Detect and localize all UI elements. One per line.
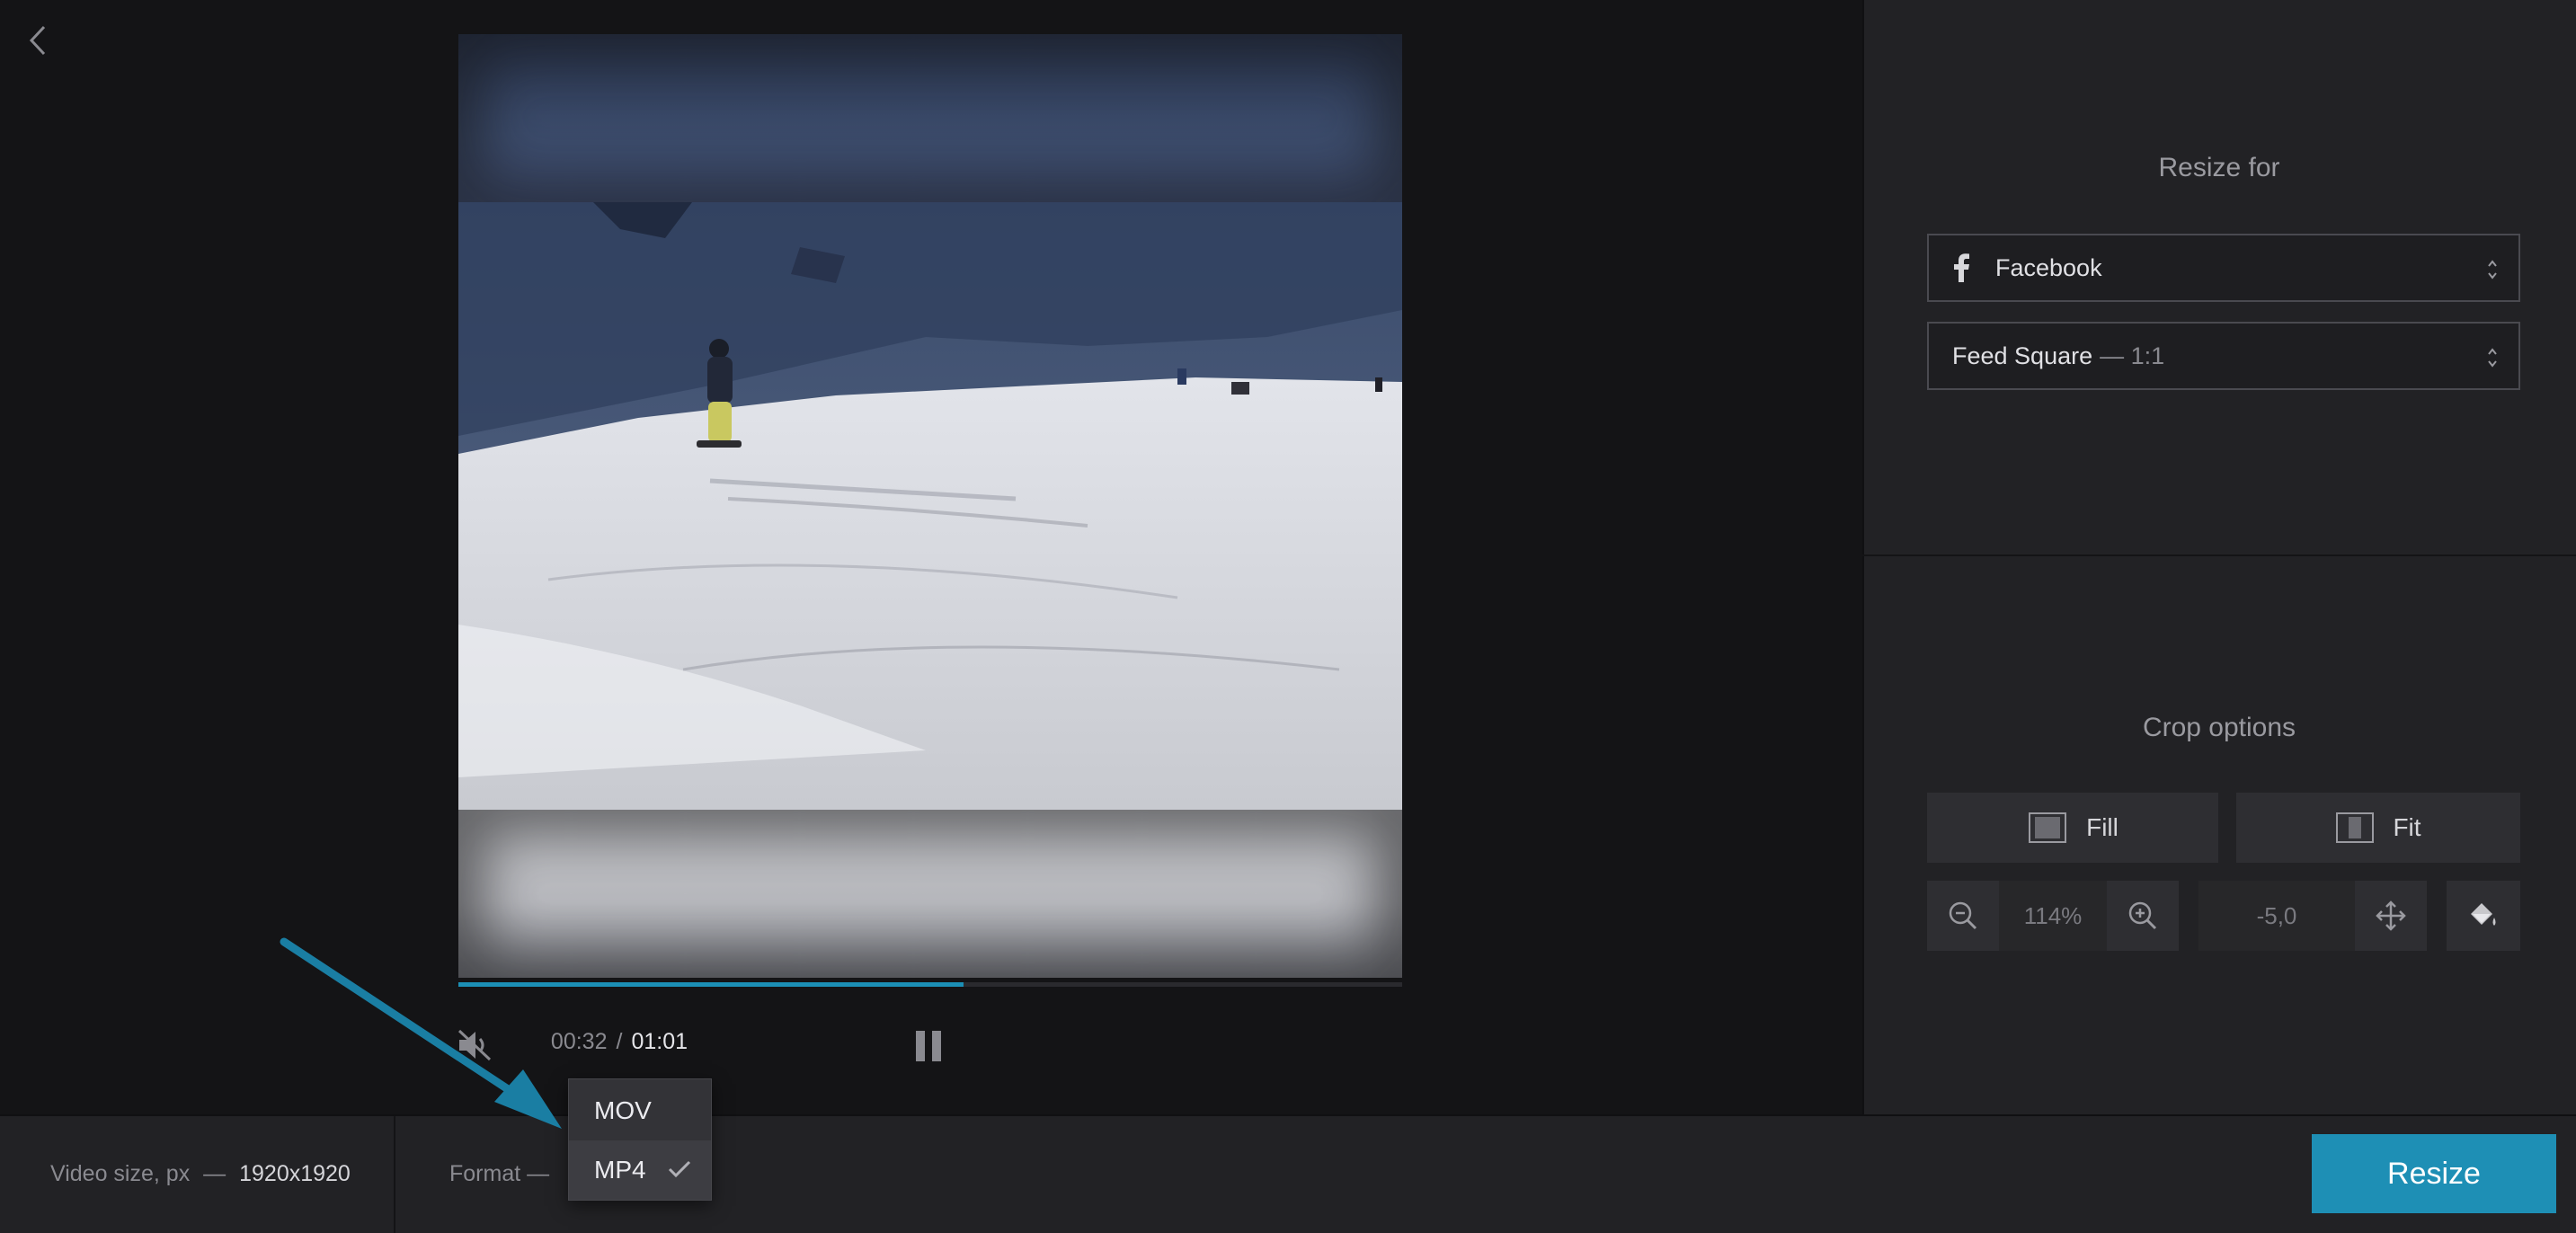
blurred-background-bottom bbox=[458, 810, 1402, 978]
fill-label: Fill bbox=[2086, 813, 2119, 841]
check-icon bbox=[668, 1160, 691, 1178]
preset-value: Feed Square bbox=[1952, 342, 2093, 369]
bottom-bar bbox=[0, 1114, 2576, 1233]
fit-icon bbox=[2336, 812, 2375, 843]
format-option-mov[interactable]: MOV bbox=[569, 1081, 711, 1140]
current-time: 00:32 bbox=[550, 1029, 608, 1054]
chevron-left-icon bbox=[29, 25, 46, 56]
blurred-background-top bbox=[458, 34, 1402, 202]
platform-select[interactable]: Facebook bbox=[1927, 234, 2520, 302]
time-display: 00:32 / 01:01 bbox=[551, 1029, 688, 1055]
video-size-label: Video size, px bbox=[50, 1161, 191, 1186]
muted-speaker-icon bbox=[457, 1029, 492, 1061]
zoom-out-button[interactable] bbox=[1927, 881, 1999, 951]
progress-fill bbox=[458, 982, 964, 987]
resize-for-heading: Resize for bbox=[2158, 153, 2280, 182]
crop-options-heading: Crop options bbox=[2142, 713, 2296, 742]
total-time: 01:01 bbox=[631, 1029, 688, 1054]
preset-ratio: — 1:1 bbox=[2100, 342, 2165, 369]
zoom-value[interactable]: 114% bbox=[1999, 881, 2107, 951]
video-size-separator: — bbox=[203, 1161, 227, 1186]
zoom-in-icon bbox=[2128, 901, 2157, 930]
pause-button[interactable] bbox=[908, 1025, 949, 1066]
fit-label: Fit bbox=[2393, 813, 2421, 841]
resize-button[interactable]: Resize bbox=[2312, 1134, 2556, 1213]
format-dropdown: MOV MP4 bbox=[568, 1078, 712, 1201]
paint-bucket-icon bbox=[2471, 903, 2496, 926]
video-preview[interactable] bbox=[458, 34, 1402, 978]
bottom-bar-divider bbox=[394, 1116, 395, 1233]
progress-bar[interactable] bbox=[458, 982, 1402, 987]
zoom-out-icon bbox=[1949, 901, 1977, 930]
platform-value: Facebook bbox=[1995, 253, 2102, 281]
panel-divider bbox=[1862, 554, 2576, 556]
move-button[interactable] bbox=[2355, 881, 2427, 951]
fill-icon bbox=[2029, 812, 2067, 843]
format-option-mp4[interactable]: MP4 bbox=[569, 1140, 711, 1200]
select-arrows-icon bbox=[2488, 260, 2497, 279]
mute-button[interactable] bbox=[454, 1025, 495, 1066]
video-size-info: Video size, px — 1920x1920 bbox=[50, 1161, 351, 1187]
preset-select[interactable]: Feed Square — 1:1 bbox=[1927, 322, 2520, 390]
video-size-value: 1920x1920 bbox=[239, 1161, 351, 1186]
move-icon bbox=[2376, 900, 2406, 931]
time-separator: / bbox=[616, 1029, 623, 1054]
select-arrows-icon bbox=[2488, 348, 2497, 368]
position-value[interactable]: -5,0 bbox=[2198, 881, 2355, 951]
fill-button[interactable]: Fill bbox=[1927, 793, 2218, 863]
preview-stage: 00:32 / 01:01 bbox=[0, 0, 1862, 1114]
format-label: Format — bbox=[449, 1161, 550, 1186]
fit-button[interactable]: Fit bbox=[2236, 793, 2520, 863]
facebook-icon bbox=[1952, 253, 1970, 282]
zoom-in-button[interactable] bbox=[2107, 881, 2179, 951]
format-option-mp4-label: MP4 bbox=[594, 1156, 646, 1184]
video-resizer-app: 00:32 / 01:01 Resize for Facebook Feed Squ… bbox=[0, 0, 2576, 1233]
back-button[interactable] bbox=[20, 20, 56, 61]
background-color-button[interactable] bbox=[2447, 881, 2520, 951]
video-frame bbox=[458, 202, 1402, 810]
pause-icon bbox=[916, 1031, 941, 1061]
